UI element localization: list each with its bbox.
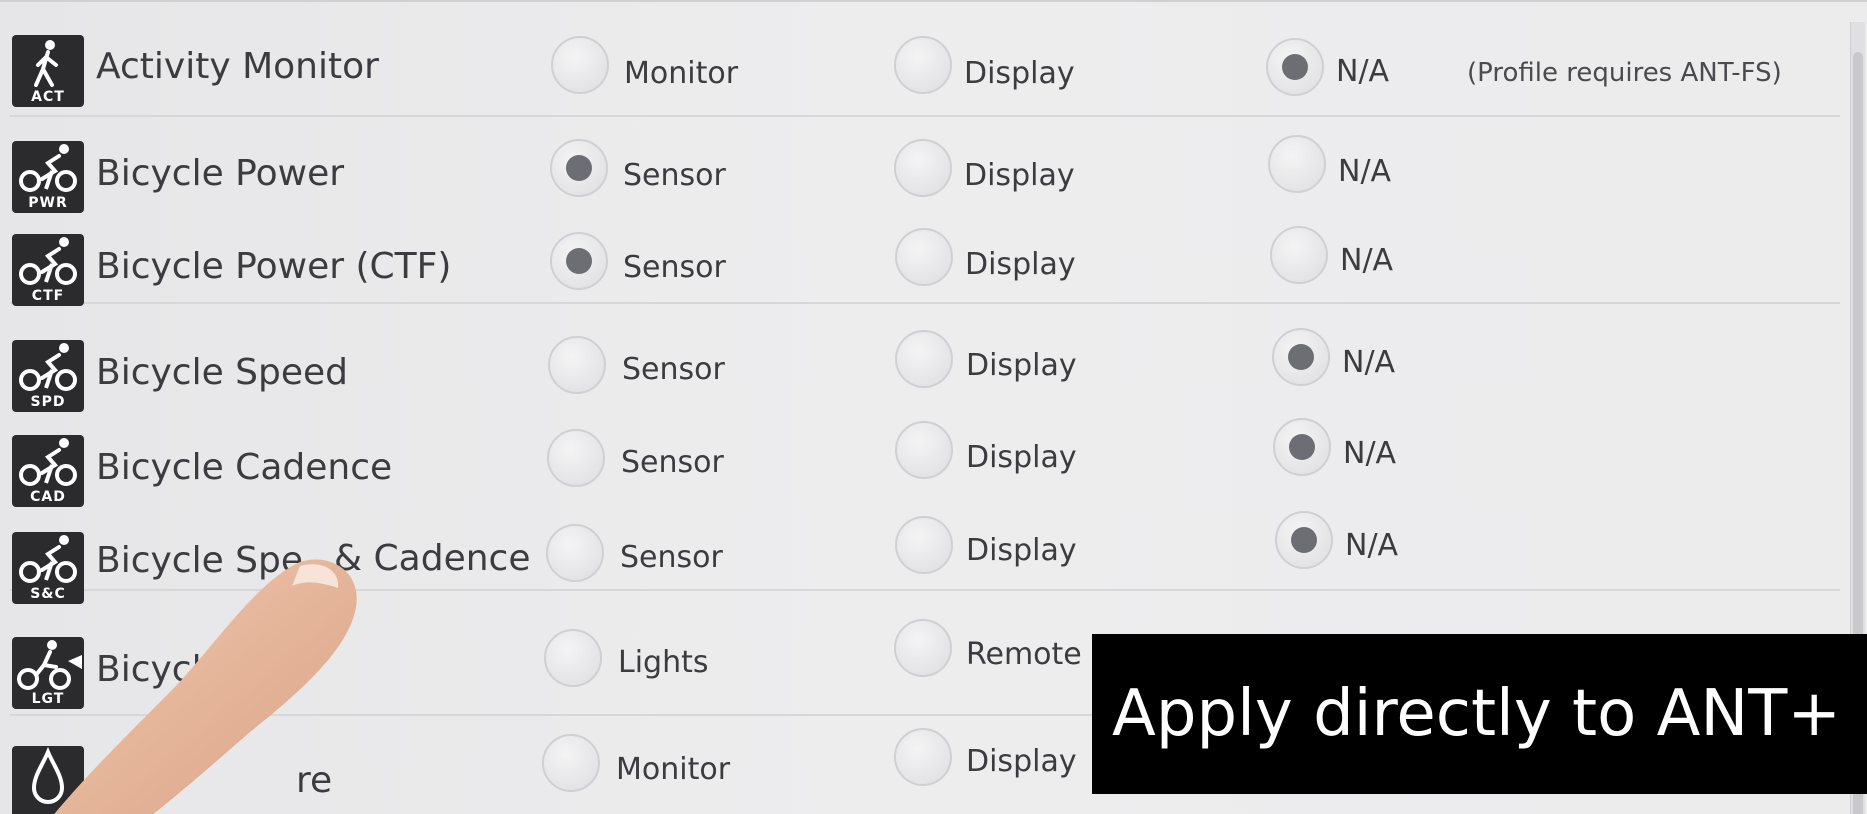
radio-display[interactable] <box>895 228 953 286</box>
profile-name: Bicycle Speed <box>96 352 349 393</box>
radio-remote[interactable] <box>894 619 952 677</box>
radio-display[interactable] <box>895 421 953 479</box>
option-label: Remote <box>966 637 1082 672</box>
radio-sensor[interactable] <box>547 429 605 487</box>
option-label: Display <box>966 440 1077 475</box>
radio-na[interactable] <box>1268 135 1326 193</box>
option-label: Display <box>964 56 1075 91</box>
profile-name: Bicycle Power <box>96 153 345 194</box>
walking-person-icon: ACT <box>12 35 84 107</box>
radio-sensor[interactable] <box>550 232 608 290</box>
profile-tag: ACT <box>31 89 65 105</box>
bicycle-icon: CTF <box>12 234 84 306</box>
profile-tag: LGT <box>31 691 65 707</box>
option-label: Monitor <box>616 752 731 787</box>
option-label: N/A <box>1340 243 1394 278</box>
radio-sensor[interactable] <box>546 524 604 582</box>
radio-na[interactable] <box>1272 328 1330 386</box>
option-label: N/A <box>1336 54 1390 89</box>
radio-monitor[interactable] <box>542 734 600 792</box>
profile-tag: PWR <box>28 195 68 211</box>
profile-name: Bicycl <box>96 649 202 690</box>
radio-display[interactable] <box>894 139 952 197</box>
option-label: N/A <box>1345 528 1399 563</box>
option-label: Sensor <box>623 250 726 285</box>
profile-row-bicycle-power: PWR Bicycle Power Sensor Display N/A <box>0 115 1840 213</box>
radio-na[interactable] <box>1266 38 1324 96</box>
radio-display[interactable] <box>895 330 953 388</box>
option-label: N/A <box>1338 154 1392 189</box>
profile-note: (Profile requires ANT-FS) <box>1467 58 1782 88</box>
option-label: Sensor <box>620 540 723 575</box>
bicycle-icon: PWR <box>12 141 84 213</box>
option-label: Sensor <box>621 445 724 480</box>
water-drop-icon <box>12 746 84 814</box>
option-label: Display <box>966 744 1077 779</box>
option-label: Sensor <box>622 352 725 387</box>
option-label: Sensor <box>623 158 726 193</box>
profile-row-bicycle-speed: SPD Bicycle Speed Sensor Display N/A <box>0 302 1840 412</box>
radio-monitor[interactable] <box>551 36 609 94</box>
option-label: Monitor <box>624 56 739 91</box>
radio-na[interactable] <box>1270 226 1328 284</box>
profile-name: Bicycle Spe <box>96 540 304 581</box>
radio-lights[interactable] <box>544 629 602 687</box>
device-profile-screen: ACT Activity Monitor Monitor Display N/A… <box>0 0 1867 814</box>
option-label: N/A <box>1342 345 1396 380</box>
radio-sensor[interactable] <box>550 139 608 197</box>
overlay-caption: Apply directly to ANT+ <box>1092 634 1867 794</box>
option-label: Lights <box>618 645 709 680</box>
profile-name: Bicycle Cadence <box>96 447 393 488</box>
profile-row-bicycle-power-ctf: CTF Bicycle Power (CTF) Sensor Display N… <box>0 210 1840 306</box>
bicycle-light-icon: LGT <box>12 637 84 709</box>
option-label: Display <box>966 348 1077 383</box>
radio-display[interactable] <box>894 728 952 786</box>
radio-display[interactable] <box>895 516 953 574</box>
profile-name: Bicycle Power (CTF) <box>96 246 452 287</box>
radio-na[interactable] <box>1275 511 1333 569</box>
option-label: Display <box>964 158 1075 193</box>
option-label: N/A <box>1343 436 1397 471</box>
profile-name-tail: & Cadence <box>334 538 531 579</box>
profile-row-activity-monitor: ACT Activity Monitor Monitor Display N/A… <box>0 2 1840 115</box>
radio-display[interactable] <box>894 36 952 94</box>
profile-row-bicycle-speed-cadence: S&C Bicycle Spe & Cadence Sensor Display… <box>0 492 1840 604</box>
profile-row-bicycle-cadence: CAD Bicycle Cadence Sensor Display N/A <box>0 397 1840 507</box>
radio-na[interactable] <box>1273 418 1331 476</box>
profile-name: re <box>296 760 333 801</box>
option-label: Display <box>966 533 1077 568</box>
radio-sensor[interactable] <box>548 336 606 394</box>
profile-name: Activity Monitor <box>96 46 379 87</box>
option-label: Display <box>965 247 1076 282</box>
